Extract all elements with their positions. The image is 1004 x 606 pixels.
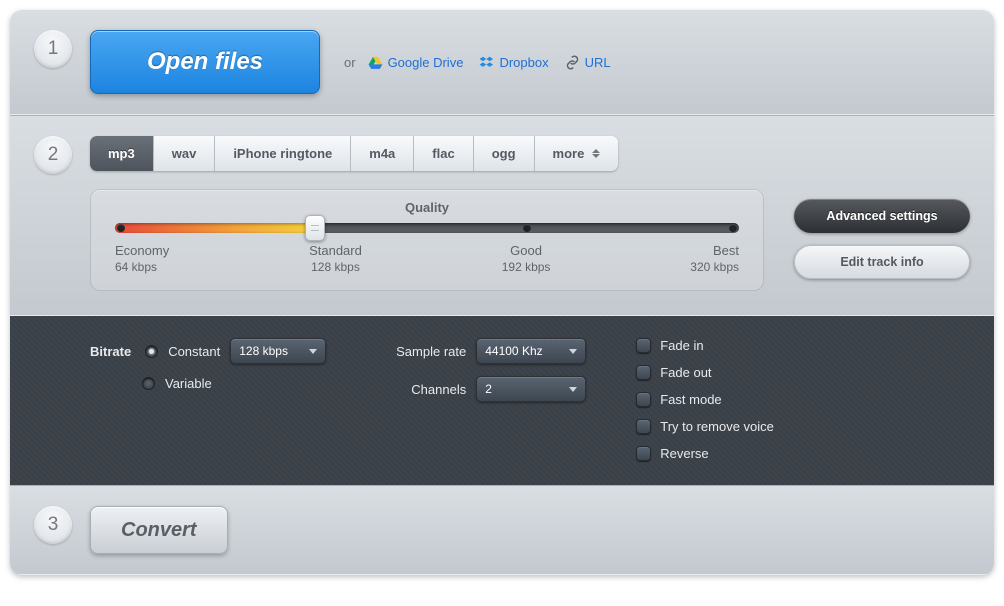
channels-value: 2 — [485, 382, 492, 396]
edit-track-info-button[interactable]: Edit track info — [794, 245, 970, 279]
dropbox-link[interactable]: Dropbox — [479, 55, 548, 70]
tab-ogg[interactable]: ogg — [474, 136, 535, 171]
caret-down-icon — [569, 349, 577, 354]
url-link[interactable]: URL — [565, 55, 611, 70]
quality-box: Quality Economy 64 kbps Standard 128 kbps … — [90, 189, 764, 291]
remove-voice-checkbox[interactable] — [636, 419, 651, 434]
mark-economy: Economy — [115, 243, 169, 258]
step-2-badge: 2 — [34, 136, 72, 174]
quality-slider-fill — [115, 223, 315, 233]
bitrate-select-value: 128 kbps — [239, 344, 288, 358]
mark-standard: Standard — [309, 243, 362, 258]
mark-best-rate: 320 kbps — [690, 260, 739, 274]
converter-panel: 1 Open files or Google Drive Dropbox — [10, 10, 994, 575]
reverse-checkbox[interactable] — [636, 446, 651, 461]
format-tabs: mp3 wav iPhone ringtone m4a flac ogg mor… — [90, 136, 618, 171]
tab-wav[interactable]: wav — [154, 136, 216, 171]
open-files-button[interactable]: Open files — [90, 30, 320, 94]
fast-mode-label: Fast mode — [660, 392, 721, 407]
tab-more-label: more — [553, 146, 585, 161]
tab-m4a[interactable]: m4a — [351, 136, 414, 171]
mark-good-rate: 192 kbps — [502, 260, 551, 274]
google-drive-link[interactable]: Google Drive — [368, 55, 464, 70]
updown-icon — [592, 149, 600, 158]
quality-title: Quality — [115, 200, 739, 215]
mark-standard-rate: 128 kbps — [311, 260, 360, 274]
channels-select[interactable]: 2 — [476, 376, 586, 402]
google-drive-icon — [368, 55, 383, 70]
caret-down-icon — [569, 387, 577, 392]
fade-in-checkbox[interactable] — [636, 338, 651, 353]
caret-down-icon — [309, 349, 317, 354]
google-drive-label: Google Drive — [388, 55, 464, 70]
step-1-badge: 1 — [34, 30, 72, 68]
slider-stop-economy — [117, 224, 125, 232]
advanced-settings-button[interactable]: Advanced settings — [794, 199, 970, 233]
fade-out-label: Fade out — [660, 365, 711, 380]
advanced-panel: Bitrate Constant 128 kbps Variable Sampl… — [10, 316, 994, 485]
url-label: URL — [585, 55, 611, 70]
quality-slider[interactable] — [115, 223, 739, 233]
mark-economy-rate: 64 kbps — [115, 260, 157, 274]
quality-slider-handle[interactable] — [305, 215, 325, 241]
or-label: or — [344, 55, 356, 70]
sample-rate-select[interactable]: 44100 Khz — [476, 338, 586, 364]
step-3-badge: 3 — [34, 506, 72, 544]
bitrate-variable-label: Variable — [165, 376, 212, 391]
bitrate-constant-label: Constant — [168, 344, 220, 359]
dropbox-label: Dropbox — [499, 55, 548, 70]
mark-good: Good — [502, 243, 551, 258]
step-2-section: 2 mp3 wav iPhone ringtone m4a flac ogg m… — [10, 115, 994, 316]
tab-more[interactable]: more — [535, 136, 619, 171]
bitrate-constant-radio[interactable] — [145, 345, 158, 358]
slider-stop-best — [729, 224, 737, 232]
bitrate-variable-radio[interactable] — [142, 377, 155, 390]
remove-voice-label: Try to remove voice — [660, 419, 774, 434]
bitrate-select[interactable]: 128 kbps — [230, 338, 326, 364]
step-3-section: 3 Convert — [10, 485, 994, 575]
fade-out-checkbox[interactable] — [636, 365, 651, 380]
step-1-section: 1 Open files or Google Drive Dropbox — [10, 10, 994, 115]
slider-stop-good — [523, 224, 531, 232]
channels-label: Channels — [376, 382, 466, 397]
quality-marks: Economy 64 kbps Standard 128 kbps Good 192 … — [115, 243, 739, 274]
reverse-label: Reverse — [660, 446, 708, 461]
link-icon — [565, 55, 580, 70]
dropbox-icon — [479, 55, 494, 70]
tab-mp3[interactable]: mp3 — [90, 136, 154, 171]
fade-in-label: Fade in — [660, 338, 703, 353]
fast-mode-checkbox[interactable] — [636, 392, 651, 407]
sample-rate-label: Sample rate — [376, 344, 466, 359]
convert-button[interactable]: Convert — [90, 506, 228, 554]
bitrate-label: Bitrate — [90, 344, 131, 359]
mark-best: Best — [690, 243, 739, 258]
tab-flac[interactable]: flac — [414, 136, 473, 171]
tab-iphone-ringtone[interactable]: iPhone ringtone — [215, 136, 351, 171]
sample-rate-value: 44100 Khz — [485, 344, 542, 358]
